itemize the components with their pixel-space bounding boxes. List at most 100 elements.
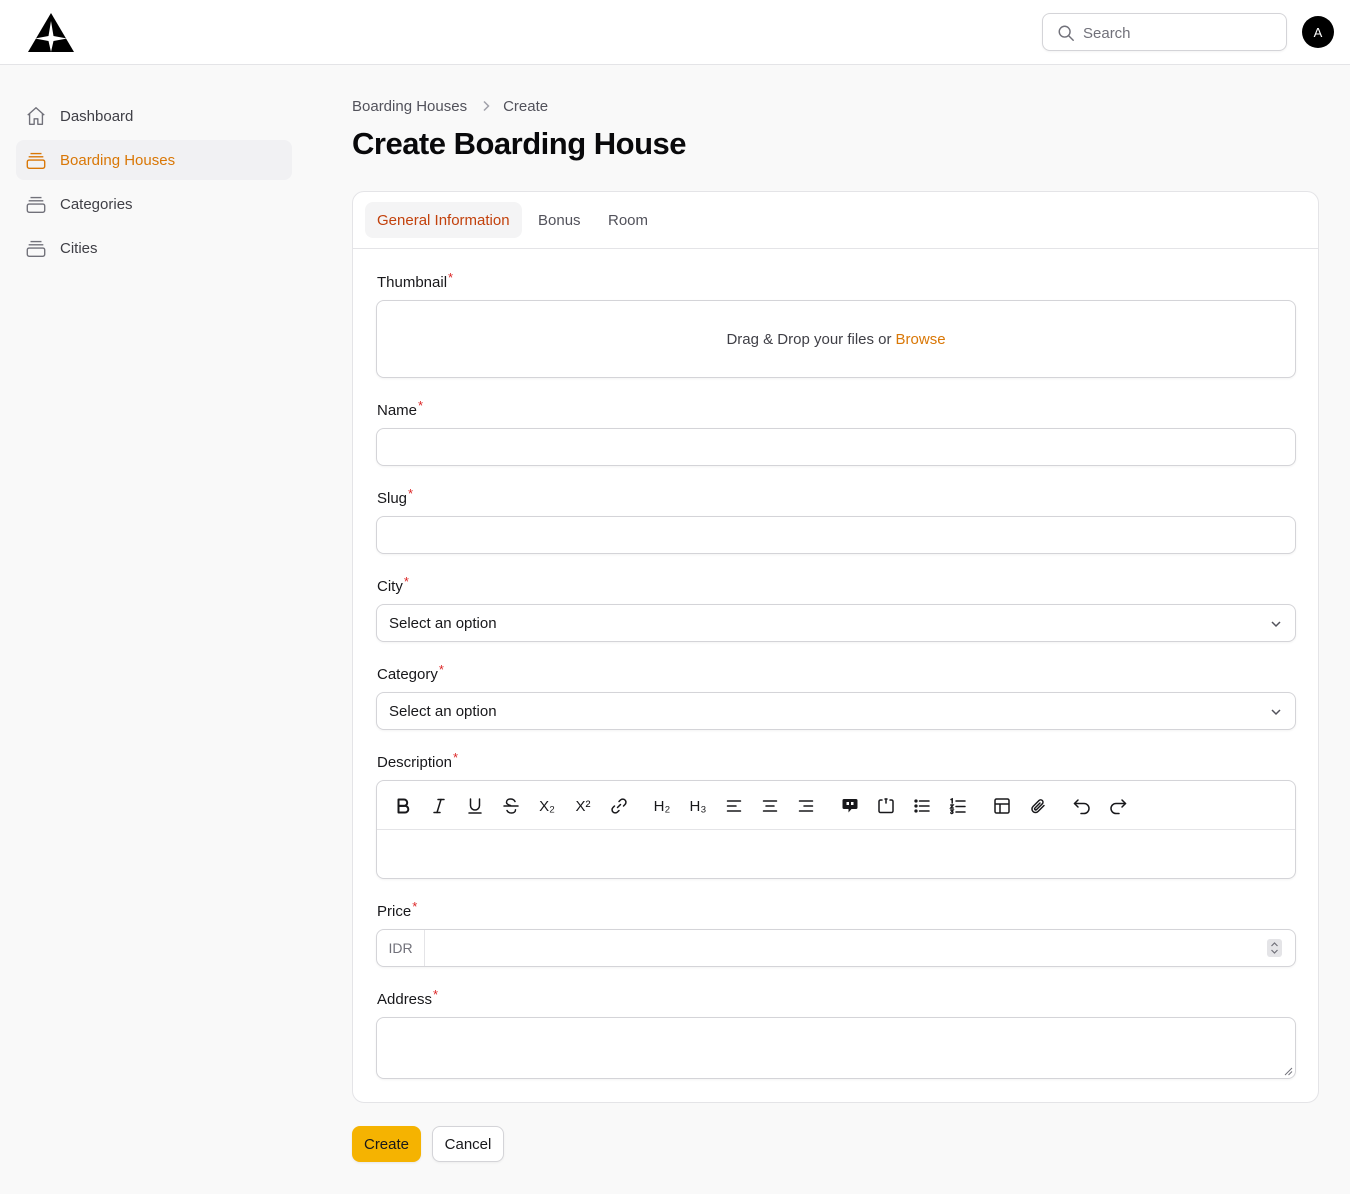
align-right-icon bbox=[798, 800, 814, 812]
breadcrumb-link-boarding-houses[interactable]: Boarding Houses bbox=[352, 98, 467, 115]
search-box[interactable] bbox=[1042, 13, 1287, 51]
redo-button[interactable] bbox=[1105, 793, 1131, 819]
sidebar-item-categories[interactable]: Categories bbox=[16, 184, 292, 224]
chevron-down-icon bbox=[1271, 621, 1281, 628]
table-button[interactable] bbox=[989, 793, 1015, 819]
sidebar-item-boarding-houses[interactable]: Boarding Houses bbox=[16, 140, 292, 180]
required-marker: * bbox=[433, 987, 439, 1002]
city-select[interactable]: Select an option bbox=[376, 604, 1296, 642]
page-title: Create Boarding House bbox=[352, 126, 687, 161]
price-label: Price* bbox=[377, 899, 418, 920]
thumbnail-dropzone[interactable]: Drag & Drop your files or Browse bbox=[376, 300, 1296, 378]
resize-handle-icon[interactable] bbox=[1283, 1066, 1293, 1076]
number-stepper[interactable] bbox=[1267, 939, 1282, 957]
ordered-list-icon bbox=[949, 797, 966, 815]
align-end-button[interactable] bbox=[793, 793, 819, 819]
ordered-list-button[interactable] bbox=[945, 793, 971, 819]
main-content: Boarding Houses Create Create Boarding H… bbox=[352, 96, 1319, 1162]
price-input[interactable]: IDR bbox=[376, 929, 1296, 967]
thumbnail-label: Thumbnail* bbox=[377, 270, 454, 291]
home-icon bbox=[27, 107, 45, 125]
bullet-list-button[interactable] bbox=[909, 793, 935, 819]
cancel-button[interactable]: Cancel bbox=[432, 1126, 504, 1162]
category-select[interactable]: Select an option bbox=[376, 692, 1296, 730]
underline-button[interactable] bbox=[462, 793, 488, 819]
chevron-down-icon bbox=[1271, 709, 1281, 716]
tab-room[interactable]: Room bbox=[596, 202, 660, 238]
chevron-right-icon bbox=[481, 100, 491, 112]
name-label: Name* bbox=[377, 398, 424, 419]
blockquote-button[interactable] bbox=[837, 793, 863, 819]
name-input[interactable] bbox=[376, 428, 1296, 466]
align-left-icon bbox=[726, 800, 742, 812]
blockquote-icon bbox=[842, 799, 858, 813]
align-start-button[interactable] bbox=[721, 793, 747, 819]
subscript-button[interactable]: X₂ bbox=[534, 793, 560, 819]
city-label: City* bbox=[377, 574, 409, 595]
slug-input[interactable] bbox=[376, 516, 1296, 554]
italic-button[interactable] bbox=[426, 793, 452, 819]
address-textarea[interactable] bbox=[376, 1017, 1296, 1079]
redo-icon bbox=[1110, 799, 1127, 815]
address-label: Address* bbox=[377, 987, 439, 1008]
bold-button[interactable] bbox=[390, 793, 416, 819]
browse-link[interactable]: Browse bbox=[896, 331, 946, 348]
search-input[interactable] bbox=[1083, 22, 1273, 44]
sidebar-item-label: Dashboard bbox=[60, 107, 134, 125]
currency-prefix: IDR bbox=[377, 930, 425, 966]
description-editor: X₂ X² H₂ H₃ bbox=[376, 780, 1296, 879]
sidebar-item-dashboard[interactable]: Dashboard bbox=[16, 96, 292, 136]
required-marker: * bbox=[438, 662, 444, 677]
sidebar: Dashboard Boarding Houses Categories Cit… bbox=[16, 96, 292, 272]
breadcrumb-current: Create bbox=[503, 97, 549, 115]
description-content-area[interactable] bbox=[377, 830, 1295, 878]
required-marker: * bbox=[408, 486, 414, 501]
superscript-button[interactable]: X² bbox=[570, 793, 596, 819]
tab-bonus[interactable]: Bonus bbox=[526, 202, 593, 238]
align-center-button[interactable] bbox=[757, 793, 783, 819]
code-block-icon bbox=[878, 798, 894, 814]
code-block-button[interactable] bbox=[873, 793, 899, 819]
sidebar-item-cities[interactable]: Cities bbox=[16, 228, 292, 268]
sidebar-item-label: Categories bbox=[60, 195, 133, 213]
category-label: Category* bbox=[377, 662, 444, 683]
city-select-value: Select an option bbox=[389, 615, 497, 632]
dropzone-text: Drag & Drop your files or bbox=[726, 330, 892, 348]
search-icon bbox=[1058, 25, 1074, 41]
required-marker: * bbox=[412, 899, 418, 914]
heading-3-button[interactable]: H₃ bbox=[685, 793, 711, 819]
heading-2-button[interactable]: H₂ bbox=[649, 793, 675, 819]
sidebar-item-label: Cities bbox=[60, 239, 98, 257]
stack-icon bbox=[26, 240, 46, 257]
stack-icon bbox=[26, 196, 46, 213]
underline-icon bbox=[468, 798, 482, 814]
align-center-icon bbox=[762, 800, 778, 812]
slug-label: Slug* bbox=[377, 486, 414, 507]
top-bar: A bbox=[0, 0, 1350, 65]
editor-toolbar: X₂ X² H₂ H₃ bbox=[377, 781, 1295, 830]
strike-button[interactable] bbox=[498, 793, 524, 819]
breadcrumb: Boarding Houses Create bbox=[352, 96, 1319, 116]
tab-general-information[interactable]: General Information bbox=[365, 202, 522, 238]
user-avatar[interactable]: A bbox=[1302, 16, 1334, 48]
paperclip-icon bbox=[1031, 799, 1045, 814]
required-marker: * bbox=[403, 574, 409, 589]
form-card: General Information Bonus Room Thumbnail… bbox=[352, 191, 1319, 1103]
strikethrough-icon bbox=[503, 798, 519, 814]
description-label: Description* bbox=[377, 750, 459, 771]
attach-files-button[interactable] bbox=[1025, 793, 1051, 819]
undo-icon bbox=[1073, 799, 1090, 815]
required-marker: * bbox=[448, 270, 454, 285]
sidebar-item-label: Boarding Houses bbox=[60, 151, 176, 169]
table-icon bbox=[994, 798, 1010, 814]
category-select-value: Select an option bbox=[389, 703, 497, 720]
link-button[interactable] bbox=[606, 793, 632, 819]
stepper-arrows-icon bbox=[1271, 942, 1278, 954]
create-button[interactable]: Create bbox=[352, 1126, 421, 1162]
required-marker: * bbox=[418, 398, 424, 413]
bullet-list-icon bbox=[914, 799, 930, 813]
tabs-bar: General Information Bonus Room bbox=[353, 192, 1318, 249]
undo-button[interactable] bbox=[1069, 793, 1095, 819]
app-logo[interactable] bbox=[27, 12, 75, 53]
stack-icon bbox=[26, 152, 46, 169]
